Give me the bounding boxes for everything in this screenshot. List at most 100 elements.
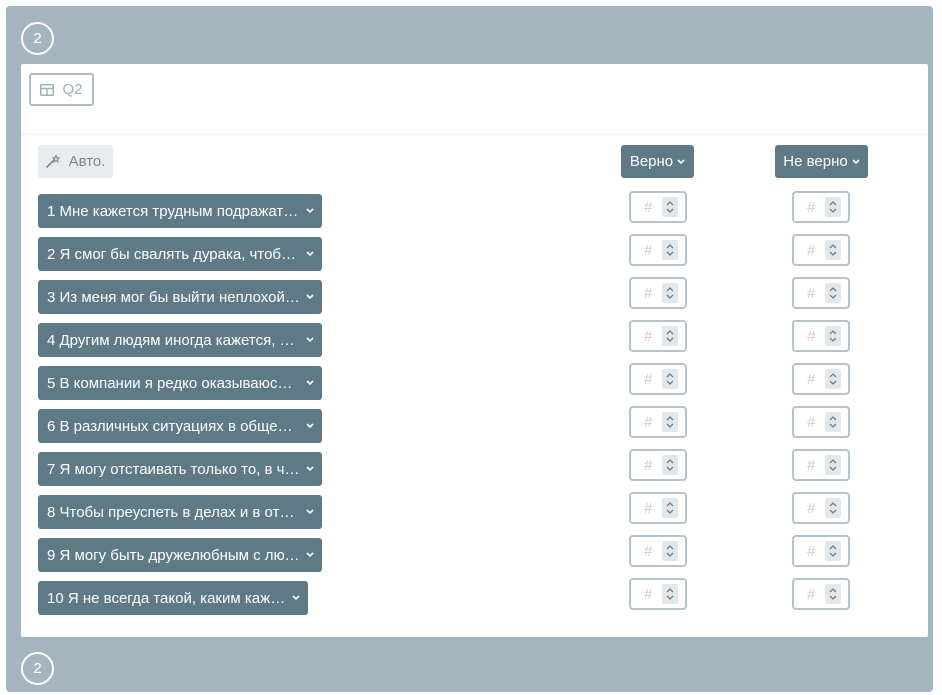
number-placeholder: # (807, 327, 816, 345)
number-placeholder: # (807, 198, 816, 216)
number-placeholder: # (644, 198, 653, 216)
spinner-arrows-icon (666, 545, 674, 557)
number-placeholder: # (807, 585, 816, 603)
number-spinner[interactable] (825, 197, 841, 217)
number-spinner[interactable] (662, 584, 678, 604)
true-number-input[interactable]: # (629, 277, 687, 309)
number-spinner[interactable] (825, 498, 841, 518)
column-true-label: Верно (629, 153, 674, 170)
spinner-arrows-icon (666, 502, 674, 514)
statement-label: 2 Я смог бы свалять дурака, чтобы п… (47, 245, 300, 263)
number-spinner[interactable] (662, 455, 678, 475)
number-placeholder: # (807, 370, 816, 388)
spinner-arrows-icon (666, 244, 674, 256)
spinner-arrows-icon (829, 545, 837, 557)
number-spinner[interactable] (825, 326, 841, 346)
statement-label: 5 В компании я редко оказываюсь в… (47, 374, 300, 392)
number-spinner[interactable] (825, 369, 841, 389)
false-number-input[interactable]: # (792, 492, 850, 524)
auto-button-label: Авто. (68, 153, 106, 170)
number-spinner[interactable] (825, 412, 841, 432)
spinner-arrows-icon (666, 416, 674, 428)
spinner-arrows-icon (829, 287, 837, 299)
true-number-input[interactable]: # (629, 492, 687, 524)
spinner-arrows-icon (666, 588, 674, 600)
spinner-arrows-icon (666, 459, 674, 471)
number-spinner[interactable] (825, 584, 841, 604)
statement-dropdown[interactable]: 5 В компании я редко оказываюсь в… (38, 366, 322, 400)
number-placeholder: # (644, 413, 653, 431)
number-spinner[interactable] (662, 283, 678, 303)
false-number-input[interactable]: # (792, 191, 850, 223)
false-number-input[interactable]: # (792, 406, 850, 438)
true-number-input[interactable]: # (629, 406, 687, 438)
number-spinner[interactable] (825, 455, 841, 475)
question-card: Q2 Авто. Верно Не верно 1 Мне кажется тр… (21, 64, 928, 637)
false-number-input[interactable]: # (792, 277, 850, 309)
chevron-down-icon (306, 552, 314, 558)
chevron-down-icon (306, 509, 314, 515)
spinner-arrows-icon (829, 201, 837, 213)
false-number-input[interactable]: # (792, 234, 850, 266)
false-number-input[interactable]: # (792, 578, 850, 610)
column-true-dropdown[interactable]: Верно (621, 145, 694, 178)
number-placeholder: # (644, 327, 653, 345)
number-spinner[interactable] (662, 326, 678, 346)
spinner-arrows-icon (829, 502, 837, 514)
divider (21, 134, 928, 135)
number-spinner[interactable] (825, 240, 841, 260)
number-placeholder: # (807, 413, 816, 431)
number-placeholder: # (807, 284, 816, 302)
number-placeholder: # (644, 456, 653, 474)
true-number-input[interactable]: # (629, 191, 687, 223)
number-spinner[interactable] (662, 498, 678, 518)
auto-button[interactable]: Авто. (38, 145, 113, 178)
statement-dropdown[interactable]: 6 В различных ситуациях в общении… (38, 409, 322, 443)
statement-dropdown[interactable]: 1 Мне кажется трудным подражать … (38, 194, 322, 228)
chevron-down-icon (306, 466, 314, 472)
number-placeholder: # (807, 499, 816, 517)
number-spinner[interactable] (825, 283, 841, 303)
spinner-arrows-icon (829, 588, 837, 600)
chevron-down-icon (306, 337, 314, 343)
statement-dropdown[interactable]: 9 Я могу быть дружелюбным с людь… (38, 538, 322, 572)
chevron-down-icon (306, 251, 314, 257)
statement-label: 8 Чтобы преуспеть в делах и в отно… (47, 503, 300, 521)
number-spinner[interactable] (662, 240, 678, 260)
false-number-input[interactable]: # (792, 320, 850, 352)
number-spinner[interactable] (825, 541, 841, 561)
statement-dropdown[interactable]: 2 Я смог бы свалять дурака, чтобы п… (38, 237, 322, 271)
true-number-input[interactable]: # (629, 234, 687, 266)
false-number-input[interactable]: # (792, 535, 850, 567)
true-number-input[interactable]: # (629, 363, 687, 395)
group-number-badge-top: 2 (21, 22, 54, 55)
statement-dropdown[interactable]: 7 Я могу отстаивать только то, в чем… (38, 452, 322, 486)
statement-dropdown[interactable]: 8 Чтобы преуспеть в делах и в отно… (38, 495, 322, 529)
true-number-input[interactable]: # (629, 535, 687, 567)
spinner-arrows-icon (829, 244, 837, 256)
number-spinner[interactable] (662, 412, 678, 432)
question-id-chip[interactable]: Q2 (29, 73, 94, 106)
number-spinner[interactable] (662, 197, 678, 217)
number-placeholder: # (644, 284, 653, 302)
number-placeholder: # (644, 370, 653, 388)
column-false-label: Не верно (783, 153, 848, 170)
spinner-arrows-icon (666, 287, 674, 299)
statement-dropdown[interactable]: 10 Я не всегда такой, каким кажусь. (38, 581, 308, 615)
statement-label: 10 Я не всегда такой, каким кажусь. (47, 589, 286, 607)
statement-dropdown[interactable]: 3 Из меня мог бы выйти неплохой а… (38, 280, 322, 314)
number-spinner[interactable] (662, 541, 678, 561)
question-group-panel: 2 Q2 Авто. Верно Не верно 1 Мне кажется … (6, 6, 933, 692)
false-number-input[interactable]: # (792, 449, 850, 481)
column-false-dropdown[interactable]: Не верно (775, 145, 868, 178)
true-number-input[interactable]: # (629, 578, 687, 610)
true-number-input[interactable]: # (629, 320, 687, 352)
chevron-down-icon (292, 595, 300, 601)
number-spinner[interactable] (662, 369, 678, 389)
false-number-input[interactable]: # (792, 363, 850, 395)
spinner-arrows-icon (666, 373, 674, 385)
true-number-input[interactable]: # (629, 449, 687, 481)
chevron-down-icon (852, 158, 860, 164)
statement-dropdown[interactable]: 4 Другим людям иногда кажется, чт… (38, 323, 322, 357)
statement-label: 6 В различных ситуациях в общении… (47, 417, 300, 435)
